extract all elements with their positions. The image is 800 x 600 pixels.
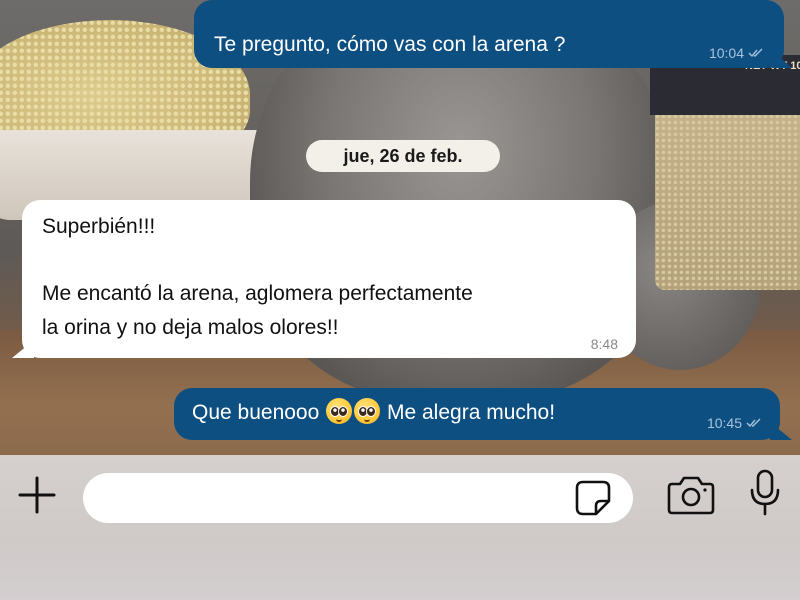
message-time: 10:45 — [706, 415, 742, 431]
microphone-icon[interactable] — [748, 468, 782, 518]
pleading-face-emoji — [354, 398, 381, 424]
message-text: Te pregunto, cómo vas con la arena ? — [214, 33, 566, 56]
message-meta: 10:04 — [709, 42, 764, 64]
message-meta: 8:48 — [591, 333, 618, 355]
double-check-icon — [746, 418, 761, 428]
outgoing-message-bubble[interactable]: Que buenooo Me alegra mucho! 10:45 — [174, 388, 780, 440]
message-text: Me alegra mucho! — [386, 401, 556, 424]
outgoing-message-bubble[interactable]: Te pregunto, cómo vas con la arena ? 10:… — [194, 0, 784, 68]
sticker-icon[interactable] — [574, 479, 612, 517]
plus-icon[interactable] — [16, 474, 58, 516]
message-text: Que buenooo — [192, 401, 320, 424]
pleading-face-emoji — [326, 398, 353, 424]
message-blank-line — [42, 244, 614, 278]
message-time: 10:04 — [708, 45, 744, 61]
message-line: Superbién!!! — [42, 215, 156, 238]
date-separator: jue, 26 de feb. — [306, 140, 500, 172]
message-meta: 10:45 — [707, 412, 762, 434]
message-line: Me encantó la arena, aglomera perfectame… — [42, 282, 473, 306]
incoming-message-bubble[interactable]: Superbién!!! Me encantó la arena, aglome… — [22, 200, 636, 358]
double-check-icon — [748, 48, 763, 58]
message-line: la orina y no deja malos olores!! — [42, 315, 339, 339]
camera-icon[interactable] — [666, 474, 716, 516]
message-time: 8:48 — [590, 336, 618, 352]
message-input[interactable] — [83, 473, 633, 523]
